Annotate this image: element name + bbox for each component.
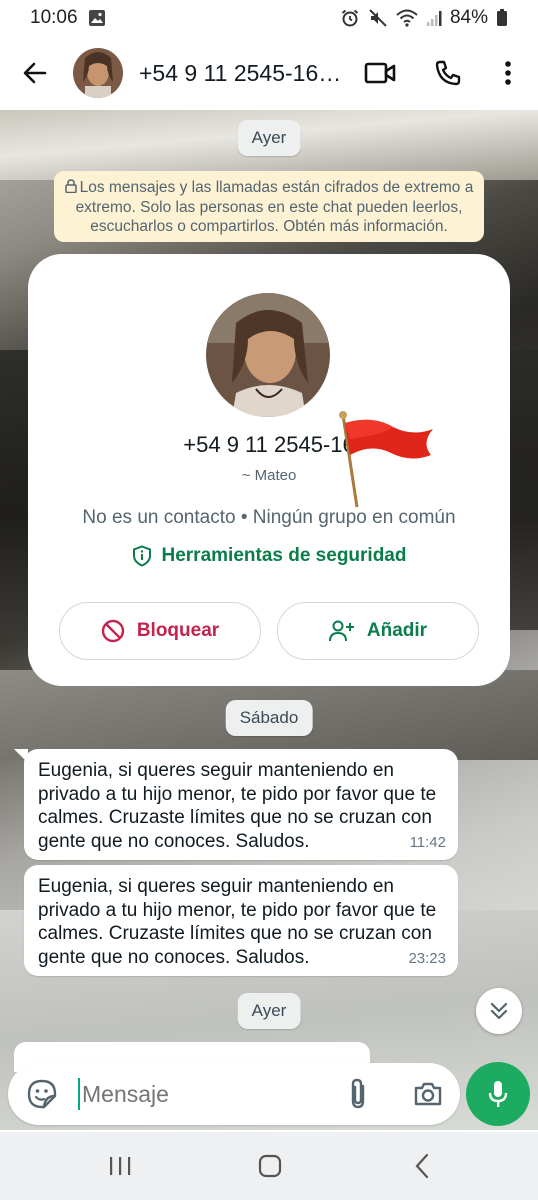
home-icon bbox=[258, 1154, 282, 1178]
system-back-button[interactable] bbox=[400, 1146, 444, 1186]
chat-header: +54 9 11 2545-16… bbox=[0, 36, 538, 110]
video-call-icon bbox=[364, 62, 396, 84]
date-chip: Sábado bbox=[225, 700, 313, 736]
recent-apps-icon bbox=[110, 1157, 131, 1175]
sticker-icon bbox=[27, 1079, 57, 1109]
attach-button[interactable] bbox=[336, 1072, 380, 1116]
more-vert-icon bbox=[505, 61, 511, 85]
red-flag-icon bbox=[333, 409, 441, 514]
profile-name: ~ Mateo bbox=[241, 467, 297, 484]
safety-tools-link[interactable]: Herramientas de seguridad bbox=[28, 545, 510, 567]
paperclip-icon bbox=[351, 1078, 365, 1109]
date-chip: Ayer bbox=[237, 120, 301, 156]
status-bar: 10:06 84% bbox=[0, 0, 538, 36]
mic-icon bbox=[488, 1081, 508, 1107]
profile-photo[interactable] bbox=[206, 293, 330, 417]
back-button[interactable] bbox=[15, 53, 55, 93]
scroll-to-bottom-button[interactable] bbox=[476, 988, 522, 1034]
system-nav-bar bbox=[0, 1132, 538, 1200]
signal-icon bbox=[426, 9, 442, 27]
recent-apps-button[interactable] bbox=[98, 1146, 142, 1186]
block-button[interactable]: Bloquear bbox=[59, 602, 261, 660]
message-text: Eugenia, si queres seguir manteniendo en… bbox=[38, 760, 437, 852]
mute-icon bbox=[368, 8, 388, 28]
safety-tools-label: Herramientas de seguridad bbox=[161, 545, 407, 566]
message-bubble[interactable]: Eugenia, si queres seguir manteniendo en… bbox=[24, 865, 458, 976]
block-label: Bloquear bbox=[136, 620, 220, 641]
gallery-notification-icon bbox=[88, 9, 106, 27]
message-text: Eugenia, si queres seguir manteniendo en… bbox=[38, 876, 437, 968]
voice-message-button[interactable] bbox=[466, 1062, 530, 1126]
contact-avatar[interactable] bbox=[73, 48, 123, 98]
voice-call-button[interactable] bbox=[426, 51, 470, 95]
menu-button[interactable] bbox=[486, 51, 530, 95]
lock-icon bbox=[64, 179, 77, 193]
profile-info-text: No es un contacto • Ningún grupo en comú… bbox=[82, 507, 456, 528]
chevron-left-icon bbox=[415, 1153, 429, 1179]
encryption-text: Los mensajes y las llamadas están cifrad… bbox=[75, 179, 474, 235]
add-person-icon bbox=[328, 620, 354, 642]
home-button[interactable] bbox=[248, 1146, 292, 1186]
block-icon bbox=[101, 619, 125, 643]
contact-title[interactable]: +54 9 11 2545-16… bbox=[139, 60, 344, 87]
battery-percent: 84% bbox=[449, 7, 488, 28]
shield-icon bbox=[132, 545, 151, 567]
contact-info-card: +54 9 11 2545-16 ~ Mateo No es un contac… bbox=[28, 254, 510, 686]
double-chevron-down-icon bbox=[490, 1002, 508, 1020]
message-input[interactable] bbox=[78, 1078, 328, 1110]
arrow-left-icon bbox=[23, 62, 47, 84]
alarm-icon bbox=[340, 8, 360, 28]
battery-icon bbox=[496, 9, 508, 27]
message-bubble[interactable]: Eugenia, si queres seguir manteniendo en… bbox=[14, 749, 458, 860]
status-time: 10:06 bbox=[30, 7, 78, 28]
sticker-button[interactable] bbox=[20, 1072, 64, 1116]
message-composer bbox=[8, 1063, 460, 1125]
camera-icon bbox=[414, 1082, 442, 1106]
add-contact-button[interactable]: Añadir bbox=[277, 602, 479, 660]
add-label: Añadir bbox=[366, 620, 428, 641]
date-chip: Ayer bbox=[237, 993, 301, 1029]
encryption-notice[interactable]: Los mensajes y las llamadas están cifrad… bbox=[54, 171, 484, 242]
message-time: 23:23 bbox=[408, 949, 446, 967]
message-time: 11:42 bbox=[409, 833, 446, 851]
camera-button[interactable] bbox=[406, 1072, 450, 1116]
video-call-button[interactable] bbox=[358, 51, 402, 95]
phone-icon bbox=[435, 60, 461, 86]
wifi-icon bbox=[396, 9, 418, 27]
